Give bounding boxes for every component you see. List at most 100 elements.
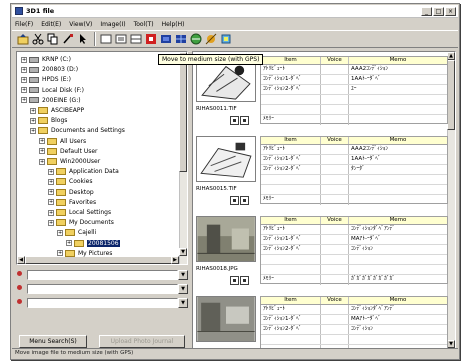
menu-edit[interactable]: Edit(E) xyxy=(41,21,61,28)
cell-item[interactable] xyxy=(261,185,321,194)
scroll-left-icon[interactable]: ◀ xyxy=(17,256,25,264)
cell-memo[interactable]: ｶﾞｶﾞｶﾞｶﾞｶﾞｶﾞｶﾞｶﾞ xyxy=(349,275,447,285)
maximize-button[interactable]: □ xyxy=(433,6,444,16)
grid-header-memo[interactable]: Memo xyxy=(349,57,447,64)
scroll-right-icon[interactable]: ▶ xyxy=(171,256,179,264)
scroll-up-icon[interactable]: ▲ xyxy=(447,52,455,60)
record-icon[interactable] xyxy=(144,32,158,46)
tree-vertical-scrollbar[interactable]: ▲ ▼ xyxy=(179,52,187,264)
table-row[interactable]: ｺﾝﾃﾞｨｼｮﾝ2-ﾀﾞﾍﾞ ﾕｰ xyxy=(261,85,447,95)
cell-item[interactable] xyxy=(261,335,321,344)
copy-icon[interactable] xyxy=(46,32,60,46)
table-row[interactable] xyxy=(261,105,447,115)
image-thumbnail[interactable] xyxy=(196,136,256,182)
tree-item[interactable]: + My Pictures xyxy=(57,249,112,258)
grid-header-item[interactable]: Item xyxy=(261,137,321,144)
table-row[interactable] xyxy=(261,255,447,265)
grid-header-memo[interactable]: Memo xyxy=(349,297,447,304)
cell-memo[interactable]: ﾕｰ xyxy=(349,85,447,94)
cell-item[interactable]: ﾒﾓﾘｰ xyxy=(261,195,321,205)
cell-memo[interactable]: 1AAﾄ-ｰﾀﾞﾍﾞ xyxy=(349,155,447,164)
map-icon[interactable] xyxy=(159,32,173,46)
tree-item[interactable]: +200803 (D:) xyxy=(21,65,78,74)
tree-scroll-thumb[interactable] xyxy=(179,62,187,172)
expand-icon[interactable]: + xyxy=(30,127,36,134)
scroll-down-icon[interactable]: ▼ xyxy=(179,248,187,256)
cell-memo[interactable]: AAA2ｺﾝﾃﾞｨｼｮﾝ xyxy=(349,65,447,74)
menu-tool[interactable]: Tool(T) xyxy=(134,21,154,28)
cell-memo[interactable] xyxy=(349,185,447,194)
cell-item[interactable] xyxy=(261,105,321,114)
cell-item[interactable]: ｱﾄﾘﾋﾞｭｰﾄ xyxy=(261,225,321,234)
dropdown-arrow-icon[interactable]: ▼ xyxy=(178,269,188,280)
table-row[interactable]: ﾒﾓﾘｰ ｶﾞｶﾞｶﾞｶﾞｶﾞｶﾞｶﾞｶﾞ xyxy=(261,275,447,285)
voice-icon[interactable] xyxy=(230,196,239,205)
image-entry[interactable]: RIHAS0011.TIF Item Voice Memo ｱﾄﾘﾋﾞｭｰﾄ AAA2ｺﾝ… xyxy=(194,54,448,134)
frame-3-icon[interactable] xyxy=(129,32,143,46)
cell-voice[interactable] xyxy=(321,65,349,74)
cell-item[interactable]: ﾒﾓﾘｰ xyxy=(261,275,321,285)
cell-voice[interactable] xyxy=(321,195,349,205)
menu-image[interactable]: Image(I) xyxy=(100,21,125,28)
expand-icon[interactable]: + xyxy=(57,229,63,236)
cell-item[interactable]: ｺﾝﾃﾞｨｼｮﾝ1-ﾀﾞﾍﾞ xyxy=(261,75,321,84)
tree-item[interactable]: + Documents and Settings xyxy=(30,126,125,135)
tree-item[interactable]: + Blogs xyxy=(30,116,67,125)
table-row[interactable]: ﾒﾓﾘｰ xyxy=(261,115,447,125)
cell-item[interactable]: ｺﾝﾃﾞｨｼｮﾝ2-ﾀﾞﾍﾞ xyxy=(261,85,321,94)
cell-memo[interactable]: ﾀﾝｰﾀﾞ xyxy=(349,165,447,174)
cell-memo[interactable]: MAｱﾄ-ｰﾀﾞﾍﾞ xyxy=(349,235,447,244)
menu-search-button[interactable]: Menu Search(S) xyxy=(19,335,87,348)
image-list[interactable]: ▲ ▼ RIHAS0011.TIF Item Voice Memo ｱﾄﾘﾋﾞｭｰﾄ AA… xyxy=(192,51,456,349)
list-scroll-thumb[interactable] xyxy=(447,60,455,130)
cell-voice[interactable] xyxy=(321,265,349,274)
table-row[interactable]: ｺﾝﾃﾞｨｼｮﾝ2-ﾀﾞﾍﾞ ﾀﾝｰﾀﾞ xyxy=(261,165,447,175)
cell-item[interactable] xyxy=(261,95,321,104)
tree-item[interactable]: + Cajelli xyxy=(57,228,96,237)
cell-memo[interactable] xyxy=(349,95,447,104)
grid-header-item[interactable]: Item xyxy=(261,297,321,304)
cell-voice[interactable] xyxy=(321,105,349,114)
tree-item[interactable]: + My Documents xyxy=(48,218,114,227)
expand-icon[interactable]: + xyxy=(48,209,54,216)
voice-icon[interactable] xyxy=(230,276,239,285)
cell-voice[interactable] xyxy=(321,255,349,264)
close-button[interactable]: × xyxy=(445,6,456,16)
tree-item[interactable]: + ASCIBEAPP xyxy=(30,106,84,115)
grid-header-voice[interactable]: Voice xyxy=(321,217,349,224)
cell-memo[interactable] xyxy=(349,195,447,205)
cell-memo[interactable]: ｺﾝﾃﾞｨｼｮﾝ xyxy=(349,245,447,254)
cell-voice[interactable] xyxy=(321,165,349,174)
gps-icon[interactable] xyxy=(240,196,249,205)
filter-input-1[interactable] xyxy=(27,269,178,280)
dropdown-arrow-icon[interactable]: ▼ xyxy=(178,297,188,308)
cell-item[interactable]: ｺﾝﾃﾞｨｼｮﾝ1-ﾀﾞﾍﾞ xyxy=(261,235,321,244)
cell-item[interactable]: ｺﾝﾃﾞｨｼｮﾝ2-ﾀﾞﾍﾞ xyxy=(261,325,321,334)
tree-item[interactable]: + Default User xyxy=(39,147,98,156)
cell-item[interactable]: ｱﾄﾘﾋﾞｭｰﾄ xyxy=(261,145,321,154)
cell-memo[interactable]: ｺﾝﾃﾞｨｼｮﾝﾀﾞﾍﾞｱﾝﾃﾞ xyxy=(349,225,447,234)
cell-voice[interactable] xyxy=(321,275,349,285)
cell-voice[interactable] xyxy=(321,115,349,125)
table-row[interactable]: ｺﾝﾃﾞｨｼｮﾝ1-ﾀﾞﾍﾞ MAｱﾄ-ｰﾀﾞﾍﾞ xyxy=(261,315,447,325)
frame-icon[interactable] xyxy=(99,32,113,46)
settings-icon[interactable] xyxy=(219,32,233,46)
cell-memo[interactable]: ｺﾝﾃﾞｨｼｮﾝﾀﾞﾍﾞｱﾝﾃﾞ xyxy=(349,305,447,314)
grid-header-item[interactable]: Item xyxy=(261,217,321,224)
voice-icon[interactable] xyxy=(230,116,239,125)
expand-icon[interactable]: + xyxy=(21,76,27,83)
expand-icon[interactable]: + xyxy=(21,87,27,94)
cell-item[interactable] xyxy=(261,175,321,184)
expand-icon[interactable]: + xyxy=(30,107,36,114)
tree-item[interactable]: + HPDS (E:) xyxy=(21,75,71,84)
cell-voice[interactable] xyxy=(321,315,349,324)
table-row[interactable]: ｺﾝﾃﾞｨｼｮﾝ1-ﾀﾞﾍﾞ 1AAﾄ-ｰﾀﾞﾍﾞ xyxy=(261,155,447,165)
gps-icon[interactable] xyxy=(240,276,249,285)
table-row[interactable] xyxy=(261,185,447,195)
cell-memo[interactable] xyxy=(349,105,447,114)
cell-item[interactable]: ﾒﾓﾘｰ xyxy=(261,115,321,125)
image-entry[interactable]: RIHAS0015.TIF Item Voice Memo ｱﾄﾘﾋﾞｭｰﾄ AAA2ｺﾝ… xyxy=(194,134,448,214)
frame-2-icon[interactable] xyxy=(114,32,128,46)
grid-header-voice[interactable]: Voice xyxy=(321,57,349,64)
table-row[interactable]: ｱﾄﾘﾋﾞｭｰﾄ ｺﾝﾃﾞｨｼｮﾝﾀﾞﾍﾞｱﾝﾃﾞ xyxy=(261,225,447,235)
